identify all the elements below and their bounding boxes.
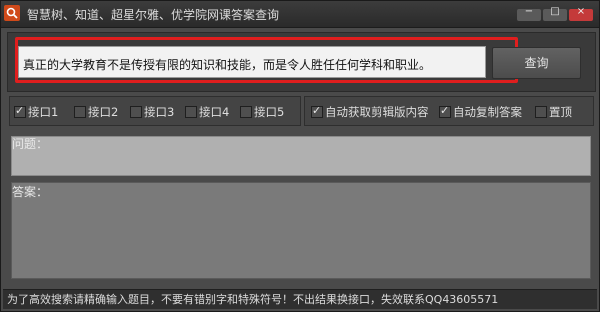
question-area[interactable] [11,136,591,176]
checkbox-box [240,106,252,118]
close-button[interactable]: × [569,6,593,21]
interface-1-checkbox[interactable]: 接口1 [14,104,58,120]
minimize-button[interactable]: − [517,6,541,21]
minimize-icon: − [524,6,534,17]
window-title: 智慧树、知道、超星尔雅、优学院网课答案查询 [27,8,280,22]
interface-group: 接口1 接口2 接口3 接口4 接口5 [9,96,301,126]
checkbox-box [311,104,323,118]
auto-clipboard-checkbox[interactable]: 自动获取剪辑版内容 [311,104,429,120]
checkbox-label: 接口1 [28,105,59,119]
checkbox-box [130,106,142,118]
checkbox-label: 自动获取剪辑版内容 [325,105,429,119]
interface-4-checkbox[interactable]: 接口4 [185,104,229,120]
search-icon [4,5,20,21]
auto-copy-answer-checkbox[interactable]: 自动复制答案 [439,104,522,120]
title-bar[interactable]: 智慧树、知道、超星尔雅、优学院网课答案查询 − □ × [1,1,599,28]
maximize-button[interactable]: □ [543,6,567,21]
interface-5-checkbox[interactable]: 接口5 [240,104,284,120]
checkbox-box [439,104,451,118]
checkbox-label: 自动复制答案 [453,105,522,119]
window-controls: − □ × [517,6,593,21]
checkbox-label: 接口2 [88,105,119,119]
checkbox-label: 置顶 [549,105,572,119]
query-button[interactable]: 查询 [492,47,581,79]
maximize-icon: □ [550,6,560,17]
query-panel: 真正的大学教育不是传授有限的知识和技能，而是令人胜任任何学科和职业。 查询 [7,32,596,92]
checkbox-box [535,106,547,118]
answer-area[interactable] [11,182,591,279]
checkbox-label: 接口5 [254,105,285,119]
checkbox-box [74,106,86,118]
always-on-top-checkbox[interactable]: 置顶 [535,104,572,120]
status-bar: 为了高效搜索请精确输入题目，不要有错别字和特殊符号！不出结果换接口，失效联系QQ… [3,289,597,309]
checkbox-label: 接口3 [144,105,175,119]
interface-2-checkbox[interactable]: 接口2 [74,104,118,120]
close-icon: × [576,6,586,17]
app-window: 智慧树、知道、超星尔雅、优学院网课答案查询 − □ × 真正的大学教育不是传授有… [0,0,600,312]
interface-3-checkbox[interactable]: 接口3 [130,104,174,120]
highlight-box [15,37,518,83]
question-label: 问题： [12,137,49,151]
checkbox-label: 接口4 [199,105,230,119]
checkbox-box [14,104,26,118]
checkbox-box [185,106,197,118]
options-group: 自动获取剪辑版内容 自动复制答案 置顶 [304,96,594,126]
answer-label: 答案： [12,185,49,199]
